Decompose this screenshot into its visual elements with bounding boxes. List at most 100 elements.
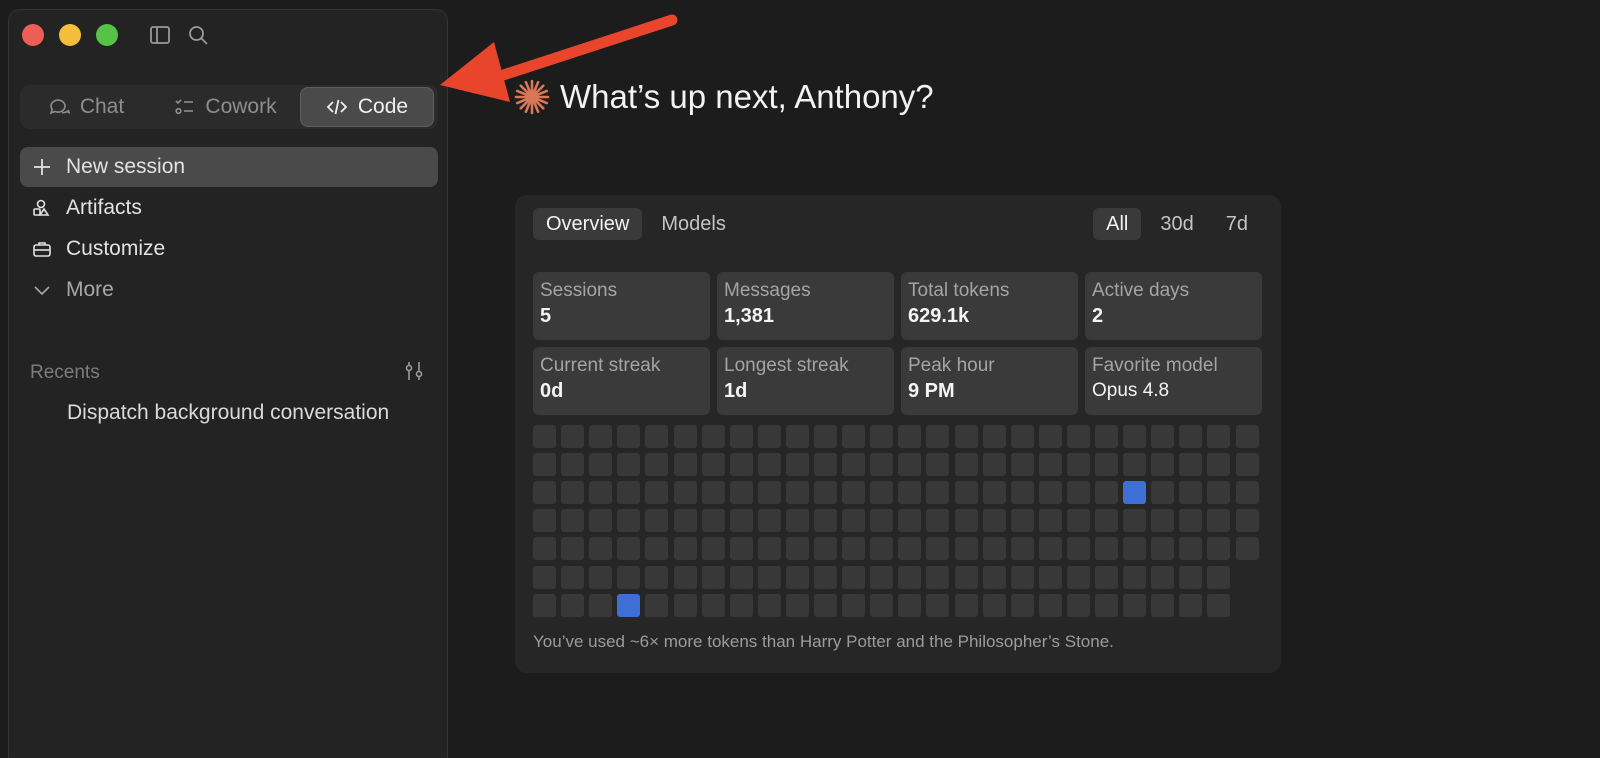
close-window-button[interactable] [22,24,44,46]
heatmap-cell [673,425,697,448]
heatmap-cell [898,565,922,589]
heatmap-cell [729,565,753,589]
heatmap-cell [1235,425,1259,448]
heatmap-cell [1095,481,1118,505]
heatmap-cell [729,509,753,533]
heatmap-cell [814,565,837,589]
stat-value: 5 [540,305,552,327]
heatmap-cell [589,593,613,617]
filter-sliders-icon[interactable] [403,360,425,387]
heatmap-cell [1095,565,1118,589]
heatmap-cell [561,565,585,589]
heatmap-cell [1151,425,1175,448]
range-30d[interactable]: 30d [1147,208,1206,240]
heatmap-cell [842,481,866,505]
code-icon [326,99,348,115]
heatmap-cell [1038,425,1062,448]
maximize-window-button[interactable] [96,24,118,46]
search-icon[interactable] [187,24,209,46]
heatmap-cell [617,593,641,617]
usage-stats-card: Overview Models All 30d 7d Sessions 5 Me… [515,195,1281,673]
heatmap-cell [1095,509,1118,533]
stat-favorite-model: Favorite model Opus 4.8 [1085,347,1262,415]
heatmap-cell [1207,481,1231,505]
heatmap-cell [842,425,866,448]
heatmap-cell [1207,453,1231,477]
tab-cowork-label: Cowork [205,95,277,118]
new-session-label: New session [66,155,186,178]
heatmap-cell [842,537,866,561]
heatmap-cell [926,509,950,533]
heatmap-cell [1066,537,1090,561]
heatmap-cell [982,509,1006,533]
stat-value: 9 PM [908,380,955,402]
stat-total-tokens: Total tokens 629.1k [901,272,1078,340]
heatmap-cell [589,425,613,448]
heatmap-cell [954,481,978,505]
sidebar-item-customize[interactable]: Customize [20,229,438,269]
stat-longest-streak: Longest streak 1d [717,347,894,415]
heatmap-cell [757,481,781,505]
chevron-down-icon [34,286,50,296]
heatmap-cell [533,509,556,533]
heatmap-cell [617,425,641,448]
range-7d[interactable]: 7d [1213,208,1261,240]
range-all[interactable]: All [1093,208,1142,240]
tab-code[interactable]: Code [300,87,434,127]
new-session-button[interactable]: New session [20,147,438,187]
heatmap-cell [785,509,809,533]
heatmap-cell [926,481,950,505]
heatmap-cell [1151,537,1175,561]
heatmap-cell [1235,481,1259,505]
heatmap-cell [898,537,922,561]
heatmap-cell [673,593,697,617]
stat-label: Sessions [540,280,618,301]
heatmap-cell [814,481,837,505]
sidebar-item-artifacts[interactable]: Artifacts [20,188,438,228]
heatmap-cell [1095,453,1118,477]
heatmap-cell [785,481,809,505]
heatmap-cell [870,481,894,505]
stat-label: Current streak [540,355,661,376]
heatmap-cell [1038,481,1062,505]
tab-cowork[interactable]: Cowork [150,87,300,127]
stat-label: Active days [1092,280,1190,301]
heatmap-cell [1066,453,1090,477]
heatmap-cell [785,453,809,477]
tab-overview[interactable]: Overview [533,208,643,240]
heatmap-cell [1010,453,1034,477]
heatmap-cell [1095,425,1118,448]
heatmap-cell [561,425,585,448]
heatmap-cell [870,453,894,477]
artifacts-icon [33,199,50,216]
heatmap-cell [898,453,922,477]
heatmap-cell [533,425,556,448]
heatmap-cell [1123,425,1147,448]
heatmap-cell [842,509,866,533]
heatmap-cell [617,481,641,505]
tab-models[interactable]: Models [648,208,738,240]
recent-conversation-item[interactable]: Dispatch background conversation [67,401,389,425]
heatmap-cell [617,509,641,533]
heatmap-cell [1151,453,1175,477]
heatmap-cell [785,537,809,561]
sidebar-toggle-icon[interactable] [149,24,171,46]
sidebar-item-more[interactable]: More [20,270,438,310]
heatmap-cell [1010,481,1034,505]
heatmap-cell [870,425,894,448]
heatmap-cell [1123,537,1147,561]
heatmap-cell [1010,425,1034,448]
heatmap-cell [533,593,556,617]
heatmap-cell [1179,425,1203,448]
heatmap-cell [898,509,922,533]
stat-value: Opus 4.8 [1092,380,1170,401]
stat-messages: Messages 1,381 [717,272,894,340]
checklist-icon [175,99,194,115]
sidebar: Chat Cowork Code New session Artifacts C… [8,9,448,758]
heatmap-cell [1179,453,1203,477]
tab-chat[interactable]: Chat [22,87,150,127]
heatmap-cell [814,593,837,617]
heatmap-cell [757,593,781,617]
heatmap-cell [870,509,894,533]
minimize-window-button[interactable] [59,24,81,46]
